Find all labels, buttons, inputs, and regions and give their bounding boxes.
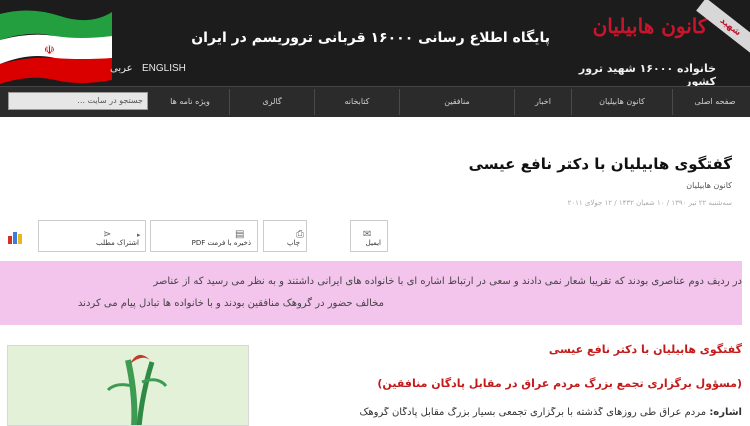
intro-label: اشاره:: [709, 407, 742, 418]
print-button[interactable]: ⎙ چاپ: [263, 220, 307, 252]
site-logo[interactable]: کانون هابیلیان: [580, 14, 720, 38]
nav-divider: [571, 89, 572, 115]
search-input[interactable]: جستجو در سایت ...: [8, 92, 148, 110]
print-label: چاپ: [286, 239, 300, 247]
logo-subtitle: خانواده ۱۶۰۰۰ شهید ترور کشور: [578, 62, 716, 88]
article-subheading: (مسؤول برگزاری تجمع بزرگ مردم عراق در مق…: [377, 377, 742, 390]
svg-text:☫: ☫: [44, 43, 55, 57]
nav-item-library[interactable]: کتابخانه: [315, 87, 399, 117]
nav-item-monafeghin[interactable]: منافقین: [400, 87, 514, 117]
nav-divider: [229, 89, 230, 115]
nav-item-gallery[interactable]: گالری: [230, 87, 314, 117]
site-header: ☫ عربی ENGLISH پایگاه اطلاع رسانی ۱۶۰۰۰ …: [0, 0, 750, 88]
main-nav: صفحه اصلی کانون هابیلیان اخبار منافقین ک…: [0, 86, 750, 118]
email-button[interactable]: ✉ ایمیل: [350, 220, 388, 252]
nav-item-special[interactable]: ویژه نامه ها: [152, 87, 228, 117]
book-cover-illustration: [8, 346, 248, 425]
article-heading: گفتگوی هابیلیان با دکتر نافع عیسی: [548, 343, 742, 356]
quote-line-2: مخالف حضور در گروهک منافقین بودند و با خ…: [77, 298, 384, 309]
iran-flag-image: ☫: [0, 10, 112, 84]
article-title: گفتگوی هابیلیان با دکتر نافع عیسی: [468, 155, 732, 173]
nav-divider: [672, 89, 673, 115]
bar-chart-icon[interactable]: [8, 230, 24, 244]
lang-arabic-link[interactable]: عربی: [110, 63, 133, 74]
article-date: سه‌شنبه ۲۲ تیر ۱۳۹۰ / ۱۰ شعبان ۱۴۳۲ / ۱۲…: [567, 199, 732, 207]
share-button[interactable]: ⋖ ▸ اشتراک مطلب: [38, 220, 146, 252]
nav-divider: [399, 89, 400, 115]
share-label: اشتراک مطلب: [96, 239, 139, 247]
nav-item-kanoon[interactable]: کانون هابیلیان: [572, 87, 672, 117]
nav-item-news[interactable]: اخبار: [515, 87, 571, 117]
site-tagline: پایگاه اطلاع رسانی ۱۶۰۰۰ قربانی تروریسم …: [191, 30, 550, 46]
email-label: ایمیل: [365, 239, 381, 247]
article-image: [7, 345, 249, 426]
lang-english-link[interactable]: ENGLISH: [142, 63, 186, 74]
quote-block: در ردیف دوم عناصری بودند که تقریبا شعار …: [0, 261, 742, 325]
nav-divider: [514, 89, 515, 115]
chevron-right-icon: ▸: [137, 231, 141, 239]
save-pdf-button[interactable]: ▤ ذخیره با فرمت PDF: [150, 220, 258, 252]
pdf-label: ذخیره با فرمت PDF: [191, 239, 251, 247]
nav-divider: [314, 89, 315, 115]
article-intro: اشاره: مردم عراق طی روزهای گذشته با برگز…: [262, 407, 742, 418]
intro-text: مردم عراق طی روزهای گذشته با برگزاری تجم…: [359, 407, 707, 418]
quote-line-1: در ردیف دوم عناصری بودند که تقریبا شعار …: [153, 276, 742, 287]
article-author[interactable]: کانون هابیلیان: [686, 181, 732, 190]
nav-item-home[interactable]: صفحه اصلی: [680, 87, 750, 117]
